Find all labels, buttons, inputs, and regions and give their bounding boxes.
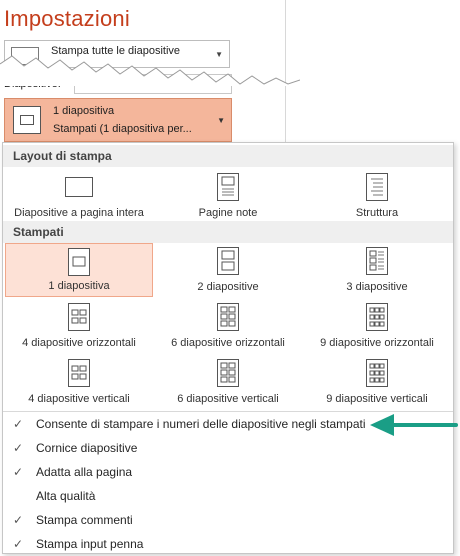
nine-slides-vertical-icon [366, 359, 388, 387]
settings-title: Impostazioni [4, 6, 130, 31]
check-icon: ✓ [12, 441, 24, 455]
option-scale-to-fit[interactable]: ✓ Adatta alla pagina [3, 461, 453, 483]
tile-label: 3 diapositive [346, 281, 408, 293]
notes-page-icon [217, 173, 239, 201]
tile-label: 4 diapositive orizzontali [22, 337, 136, 349]
option-label: Stampa commenti [36, 513, 133, 527]
tile-label: 9 diapositive orizzontali [320, 337, 434, 349]
tile-notes-pages[interactable]: Pagine note [154, 169, 302, 223]
option-label: Adatta alla pagina [36, 465, 133, 479]
tile-label: 9 diapositive verticali [326, 393, 428, 405]
check-icon: ✓ [12, 513, 24, 527]
check-icon: ✓ [12, 537, 24, 551]
tile-label: 4 diapositive verticali [28, 393, 130, 405]
tile-outline[interactable]: Struttura [303, 169, 451, 223]
two-slides-icon [217, 247, 239, 275]
tile-full-page-slides[interactable]: Diapositive a pagina intera [5, 169, 153, 223]
tile-label: 6 diapositive verticali [177, 393, 279, 405]
option-label: Cornice diapositive [36, 441, 138, 455]
tile-6-horizontal[interactable]: 6 diapositive orizzontali [154, 299, 302, 353]
tile-4-horizontal[interactable]: 4 diapositive orizzontali [5, 299, 153, 353]
option-label: Stampa input penna [36, 537, 144, 551]
handouts-header: Stampati [3, 221, 453, 243]
nine-slides-horizontal-icon [366, 303, 388, 331]
tile-label: Struttura [355, 207, 399, 219]
tile-6-vertical[interactable]: 6 diapositive verticali [154, 355, 302, 409]
tile-3-slides[interactable]: 3 diapositive [303, 243, 451, 297]
option-frame-slides[interactable]: ✓ Cornice diapositive [3, 437, 453, 459]
tile-9-horizontal[interactable]: 9 diapositive orizzontali [303, 299, 451, 353]
torn-edge-divider [0, 55, 300, 86]
six-slides-vertical-icon [217, 359, 239, 387]
check-icon: ✓ [12, 417, 24, 431]
layout-dropdown-line2: Stampati (1 diapositiva per... [53, 123, 192, 135]
option-label: Alta qualità [36, 489, 96, 503]
print-layout-dropdown[interactable]: 1 diapositiva Stampati (1 diapositiva pe… [4, 98, 232, 142]
four-slides-horizontal-icon [68, 303, 90, 331]
option-label: Consente di stampare i numeri delle diap… [36, 417, 366, 431]
layout-dropdown-panel: Layout di stampa Diapositive a pagina in… [2, 142, 454, 554]
tile-9-vertical[interactable]: 9 diapositive verticali [303, 355, 451, 409]
full-page-slide-icon [65, 177, 93, 197]
three-slides-icon [366, 247, 388, 275]
layout-dropdown-line1: 1 diapositiva [53, 105, 115, 117]
tile-label: Diapositive a pagina intera [14, 207, 144, 219]
check-icon: ✓ [12, 465, 24, 479]
one-slide-icon [68, 248, 90, 276]
tile-label: 2 diapositive [197, 281, 259, 293]
six-slides-horizontal-icon [217, 303, 239, 331]
option-print-ink[interactable]: ✓ Stampa input penna [3, 533, 453, 555]
chevron-down-icon: ▼ [217, 116, 225, 125]
option-high-quality[interactable]: Alta qualità [3, 485, 453, 507]
tile-label: 1 diapositiva [48, 280, 110, 292]
option-print-comments[interactable]: ✓ Stampa commenti [3, 509, 453, 531]
tile-1-slide[interactable]: 1 diapositiva [5, 243, 153, 297]
settings-area: Impostazioni Stampa tutte le diapositive… [0, 0, 300, 150]
tile-2-slides[interactable]: 2 diapositive [154, 243, 302, 297]
annotation-arrow-icon [370, 414, 458, 436]
tile-label: 6 diapositive orizzontali [171, 337, 285, 349]
outline-icon [366, 173, 388, 201]
tile-label: Pagine note [198, 207, 258, 219]
print-layout-header: Layout di stampa [3, 145, 453, 167]
tile-4-vertical[interactable]: 4 diapositive verticali [5, 355, 153, 409]
single-slide-icon [13, 106, 41, 134]
four-slides-vertical-icon [68, 359, 90, 387]
